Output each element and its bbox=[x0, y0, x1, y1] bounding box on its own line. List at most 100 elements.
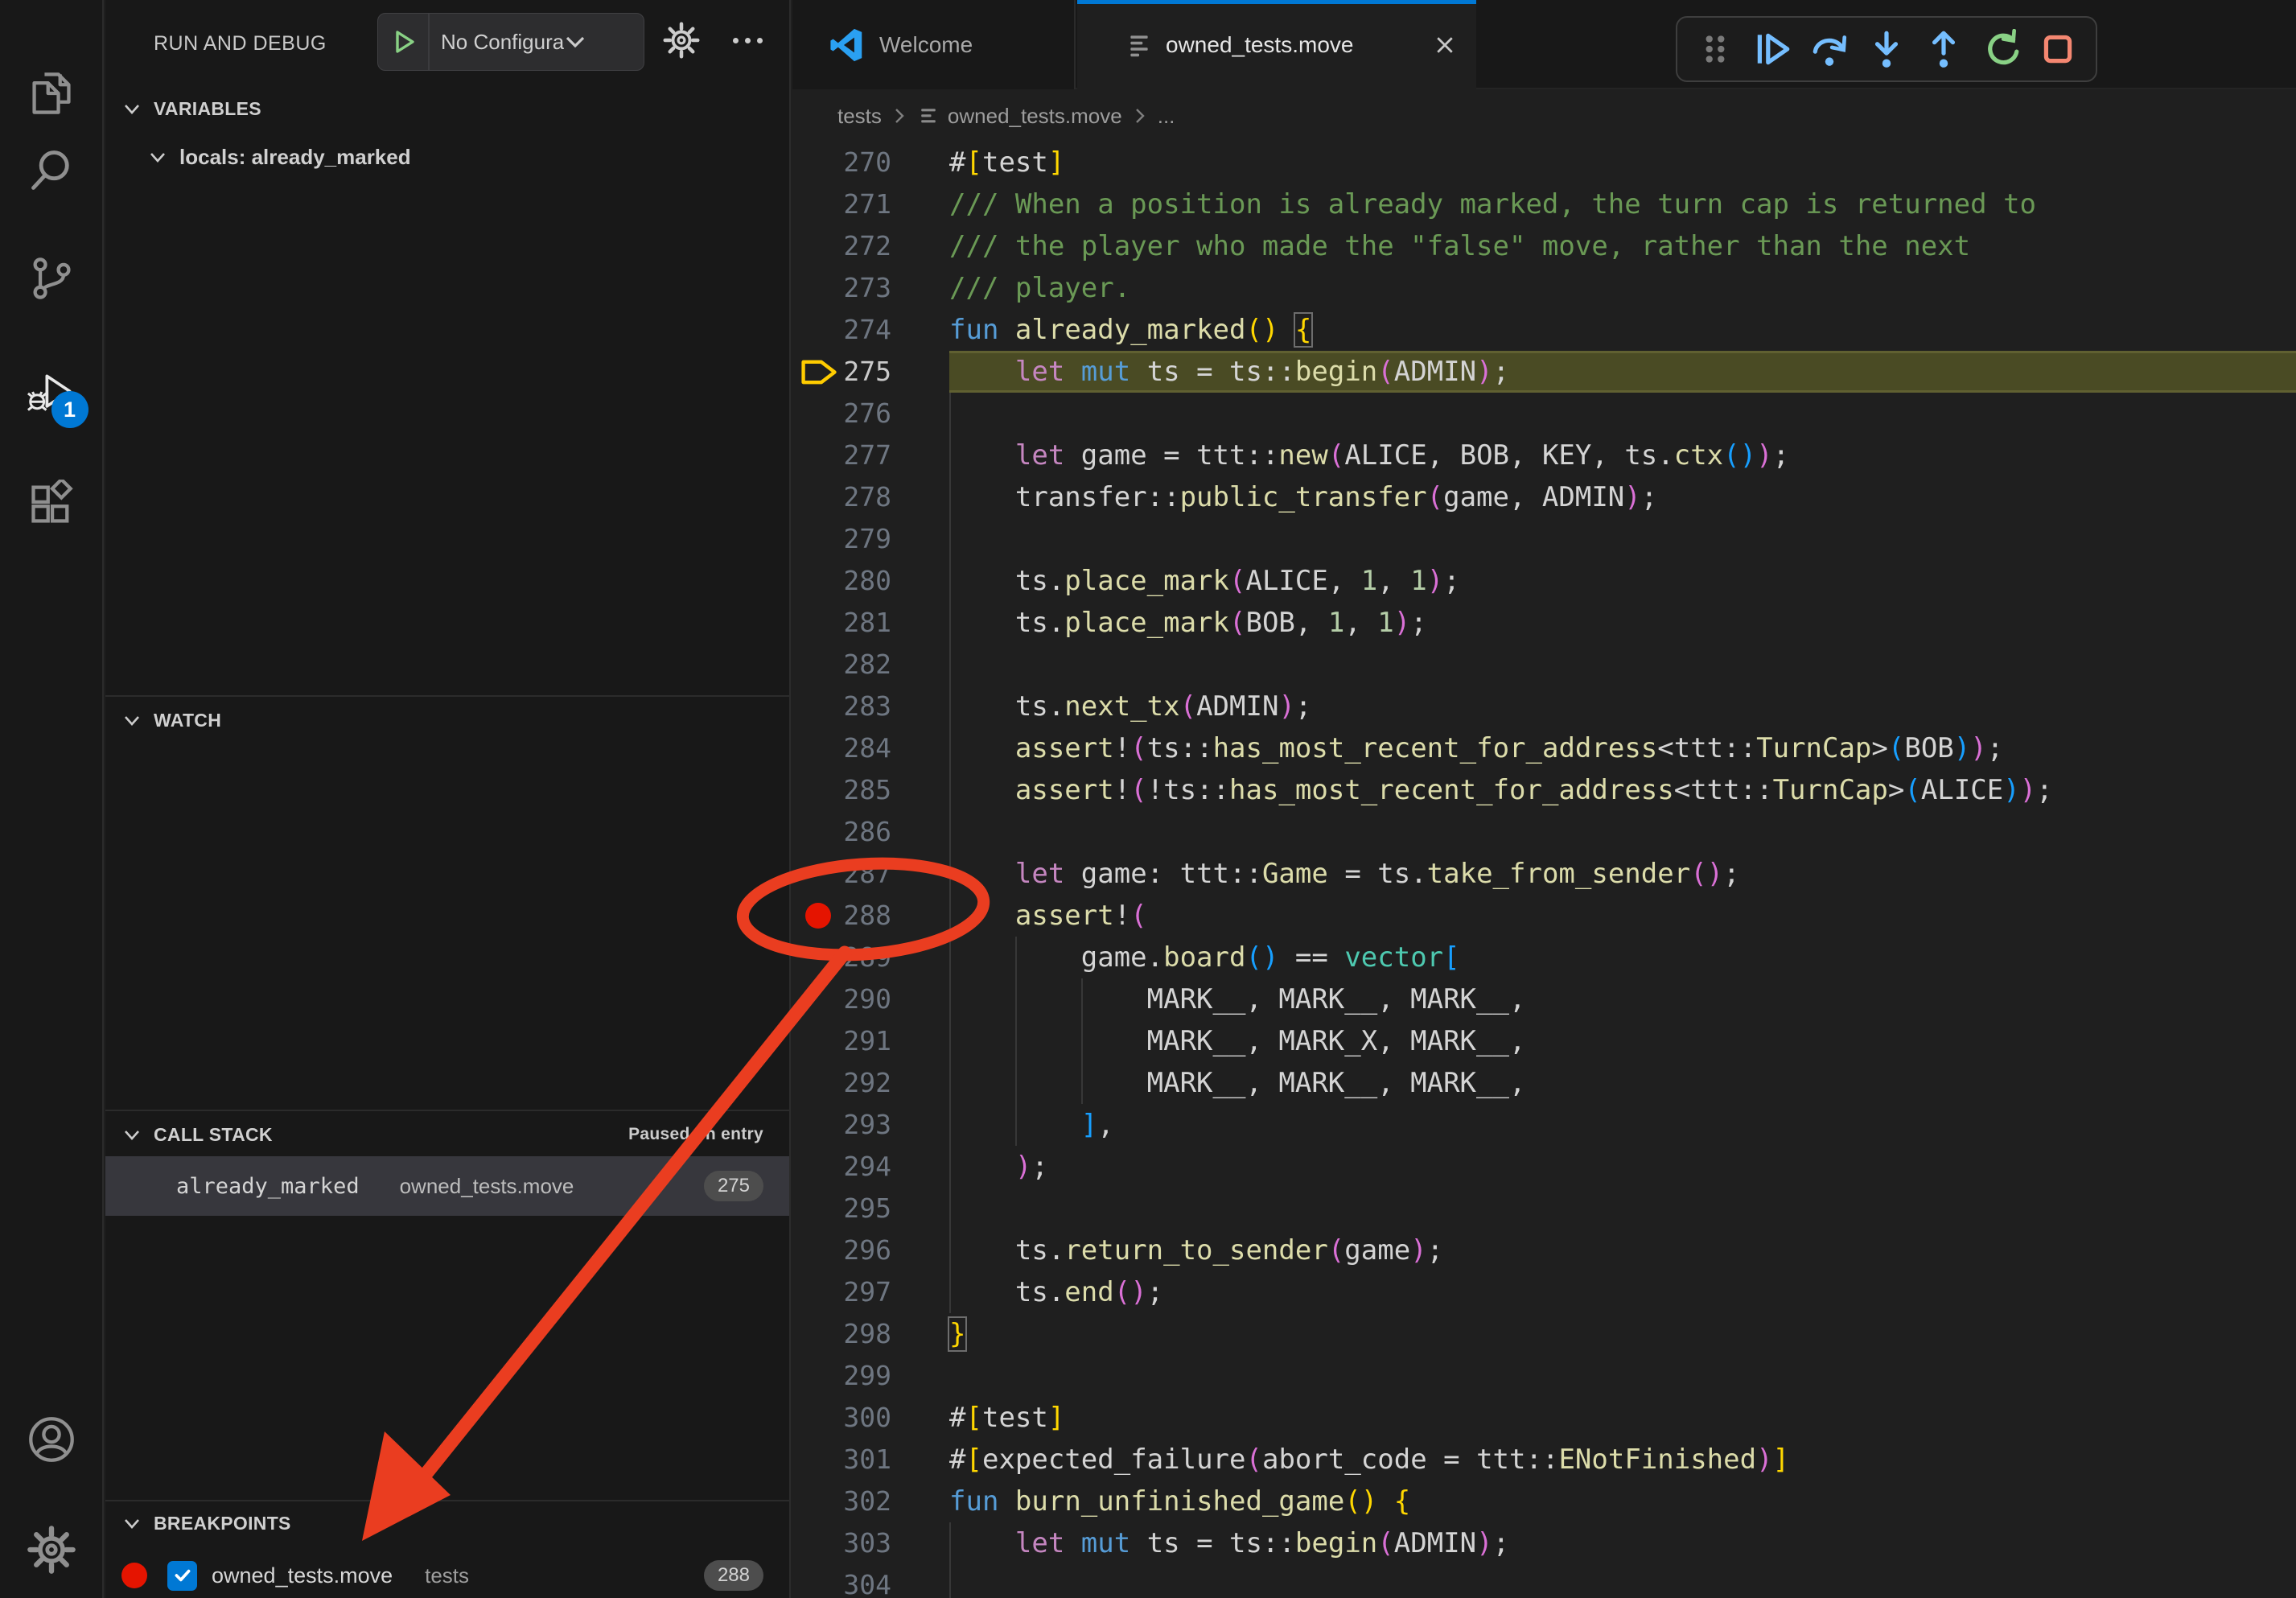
code-line-289[interactable]: 289 game.board() == vector[ bbox=[792, 937, 2296, 978]
gutter[interactable]: 277 bbox=[792, 435, 949, 476]
code-line-276[interactable]: 276 bbox=[792, 393, 2296, 435]
step-over-button[interactable] bbox=[1809, 29, 1850, 69]
gutter[interactable]: 276 bbox=[792, 393, 949, 435]
tab-welcome[interactable]: Welcome bbox=[792, 0, 1076, 89]
gutter[interactable]: 304 bbox=[792, 1564, 949, 1598]
code-line-287[interactable]: 287 let game: ttt::Game = ts.take_from_s… bbox=[792, 853, 2296, 895]
code-line-300[interactable]: 300#[test] bbox=[792, 1397, 2296, 1439]
code-line-290[interactable]: 290 MARK__, MARK__, MARK__, bbox=[792, 978, 2296, 1020]
code-line-283[interactable]: 283 ts.next_tx(ADMIN); bbox=[792, 686, 2296, 727]
code-line-270[interactable]: 270#[test] bbox=[792, 142, 2296, 183]
gutter[interactable]: 279 bbox=[792, 518, 949, 560]
line-content[interactable]: assert!(!ts::has_most_recent_for_address… bbox=[949, 769, 2296, 811]
code-line-292[interactable]: 292 MARK__, MARK__, MARK__, bbox=[792, 1062, 2296, 1104]
gutter[interactable]: 303 bbox=[792, 1522, 949, 1564]
code-line-282[interactable]: 282 bbox=[792, 644, 2296, 686]
code-line-286[interactable]: 286 bbox=[792, 811, 2296, 853]
code-line-279[interactable]: 279 bbox=[792, 518, 2296, 560]
breadcrumb-folder[interactable]: tests bbox=[837, 104, 882, 129]
debug-config-dropdown[interactable]: No Configura bbox=[377, 13, 644, 71]
gutter[interactable]: 287 bbox=[792, 853, 949, 895]
drag-handle-icon[interactable] bbox=[1695, 29, 1735, 69]
gutter[interactable]: 282 bbox=[792, 644, 949, 686]
close-icon[interactable] bbox=[1433, 33, 1457, 57]
line-content[interactable]: #[expected_failure(abort_code = ttt::ENo… bbox=[949, 1439, 2296, 1481]
stop-button[interactable] bbox=[2038, 29, 2078, 69]
line-content[interactable]: ], bbox=[949, 1104, 2296, 1146]
line-content[interactable]: fun burn_unfinished_game() { bbox=[949, 1481, 2296, 1522]
code-line-285[interactable]: 285 assert!(!ts::has_most_recent_for_add… bbox=[792, 769, 2296, 811]
code-line-293[interactable]: 293 ], bbox=[792, 1104, 2296, 1146]
line-content[interactable]: #[test] bbox=[949, 142, 2296, 183]
code-line-302[interactable]: 302fun burn_unfinished_game() { bbox=[792, 1481, 2296, 1522]
breakpoint-list-item[interactable]: owned_tests.move tests 288 bbox=[105, 1553, 789, 1598]
line-content[interactable]: ts.place_mark(BOB, 1, 1); bbox=[949, 602, 2296, 644]
breakpoint-dot[interactable] bbox=[805, 903, 831, 929]
gutter[interactable]: 294 bbox=[792, 1146, 949, 1188]
call-stack-frame-row[interactable]: already_marked owned_tests.move 275 bbox=[105, 1156, 789, 1216]
settings-gear-icon[interactable] bbox=[27, 1526, 76, 1574]
line-content[interactable]: MARK__, MARK_X, MARK__, bbox=[949, 1020, 2296, 1062]
gutter[interactable]: 281 bbox=[792, 602, 949, 644]
code-line-280[interactable]: 280 ts.place_mark(ALICE, 1, 1); bbox=[792, 560, 2296, 602]
code-line-284[interactable]: 284 assert!(ts::has_most_recent_for_addr… bbox=[792, 727, 2296, 769]
line-content[interactable]: } bbox=[949, 1313, 2296, 1355]
gutter[interactable]: 278 bbox=[792, 476, 949, 518]
line-content[interactable] bbox=[949, 1355, 2296, 1397]
line-content[interactable]: ); bbox=[949, 1146, 2296, 1188]
section-watch[interactable]: WATCH bbox=[105, 698, 789, 742]
gutter[interactable]: 280 bbox=[792, 560, 949, 602]
run-and-debug-icon[interactable]: 1 bbox=[27, 369, 76, 417]
line-content[interactable] bbox=[949, 393, 2296, 435]
gutter[interactable]: 299 bbox=[792, 1355, 949, 1397]
line-content[interactable]: /// player. bbox=[949, 267, 2296, 309]
code-line-301[interactable]: 301#[expected_failure(abort_code = ttt::… bbox=[792, 1439, 2296, 1481]
code-line-303[interactable]: 303 let mut ts = ts::begin(ADMIN); bbox=[792, 1522, 2296, 1564]
breadcrumb-file[interactable]: owned_tests.move bbox=[948, 104, 1122, 129]
line-content[interactable]: assert!( bbox=[949, 895, 2296, 937]
gutter[interactable]: 286 bbox=[792, 811, 949, 853]
code-line-271[interactable]: 271/// When a position is already marked… bbox=[792, 183, 2296, 225]
continue-button[interactable] bbox=[1752, 29, 1792, 69]
line-content[interactable]: fun already_marked() { bbox=[949, 309, 2296, 351]
gutter[interactable]: 271 bbox=[792, 183, 949, 225]
gutter[interactable]: 302 bbox=[792, 1481, 949, 1522]
line-content[interactable]: ts.next_tx(ADMIN); bbox=[949, 686, 2296, 727]
line-content[interactable]: assert!(ts::has_most_recent_for_address<… bbox=[949, 727, 2296, 769]
debug-gear-icon[interactable] bbox=[662, 21, 701, 60]
breakpoint-checkbox[interactable] bbox=[167, 1561, 197, 1591]
line-content[interactable]: let game: ttt::Game = ts.take_from_sende… bbox=[949, 853, 2296, 895]
gutter[interactable]: 270 bbox=[792, 142, 949, 183]
code-line-277[interactable]: 277 let game = ttt::new(ALICE, BOB, KEY,… bbox=[792, 435, 2296, 476]
gutter[interactable]: 284 bbox=[792, 727, 949, 769]
gutter[interactable]: 298 bbox=[792, 1313, 949, 1355]
gutter[interactable]: 292 bbox=[792, 1062, 949, 1104]
code-line-291[interactable]: 291 MARK__, MARK_X, MARK__, bbox=[792, 1020, 2296, 1062]
code-line-294[interactable]: 294 ); bbox=[792, 1146, 2296, 1188]
step-into-button[interactable] bbox=[1866, 29, 1907, 69]
extensions-icon[interactable] bbox=[27, 480, 76, 528]
code-line-298[interactable]: 298} bbox=[792, 1313, 2296, 1355]
gutter[interactable]: 290 bbox=[792, 978, 949, 1020]
gutter[interactable]: 291 bbox=[792, 1020, 949, 1062]
line-content[interactable]: ts.place_mark(ALICE, 1, 1); bbox=[949, 560, 2296, 602]
line-content[interactable]: /// When a position is already marked, t… bbox=[949, 183, 2296, 225]
source-control-icon[interactable] bbox=[27, 254, 76, 303]
gutter[interactable]: 288 bbox=[792, 895, 949, 937]
line-content[interactable]: MARK__, MARK__, MARK__, bbox=[949, 1062, 2296, 1104]
line-content[interactable]: MARK__, MARK__, MARK__, bbox=[949, 978, 2296, 1020]
variables-scope-locals[interactable]: locals: already_marked bbox=[105, 135, 789, 179]
code-line-299[interactable]: 299 bbox=[792, 1355, 2296, 1397]
code-line-297[interactable]: 297 ts.end(); bbox=[792, 1271, 2296, 1313]
line-content[interactable] bbox=[949, 1564, 2296, 1598]
gutter[interactable]: 301 bbox=[792, 1439, 949, 1481]
line-content[interactable]: transfer::public_transfer(game, ADMIN); bbox=[949, 476, 2296, 518]
line-content[interactable] bbox=[949, 1188, 2296, 1229]
code-line-281[interactable]: 281 ts.place_mark(BOB, 1, 1); bbox=[792, 602, 2296, 644]
line-content[interactable] bbox=[949, 518, 2296, 560]
gutter[interactable]: 273 bbox=[792, 267, 949, 309]
code-line-278[interactable]: 278 transfer::public_transfer(game, ADMI… bbox=[792, 476, 2296, 518]
search-icon[interactable] bbox=[27, 146, 76, 194]
explorer-icon[interactable] bbox=[27, 69, 76, 117]
tab-owned-tests-move[interactable]: owned_tests.move bbox=[1077, 0, 1476, 89]
